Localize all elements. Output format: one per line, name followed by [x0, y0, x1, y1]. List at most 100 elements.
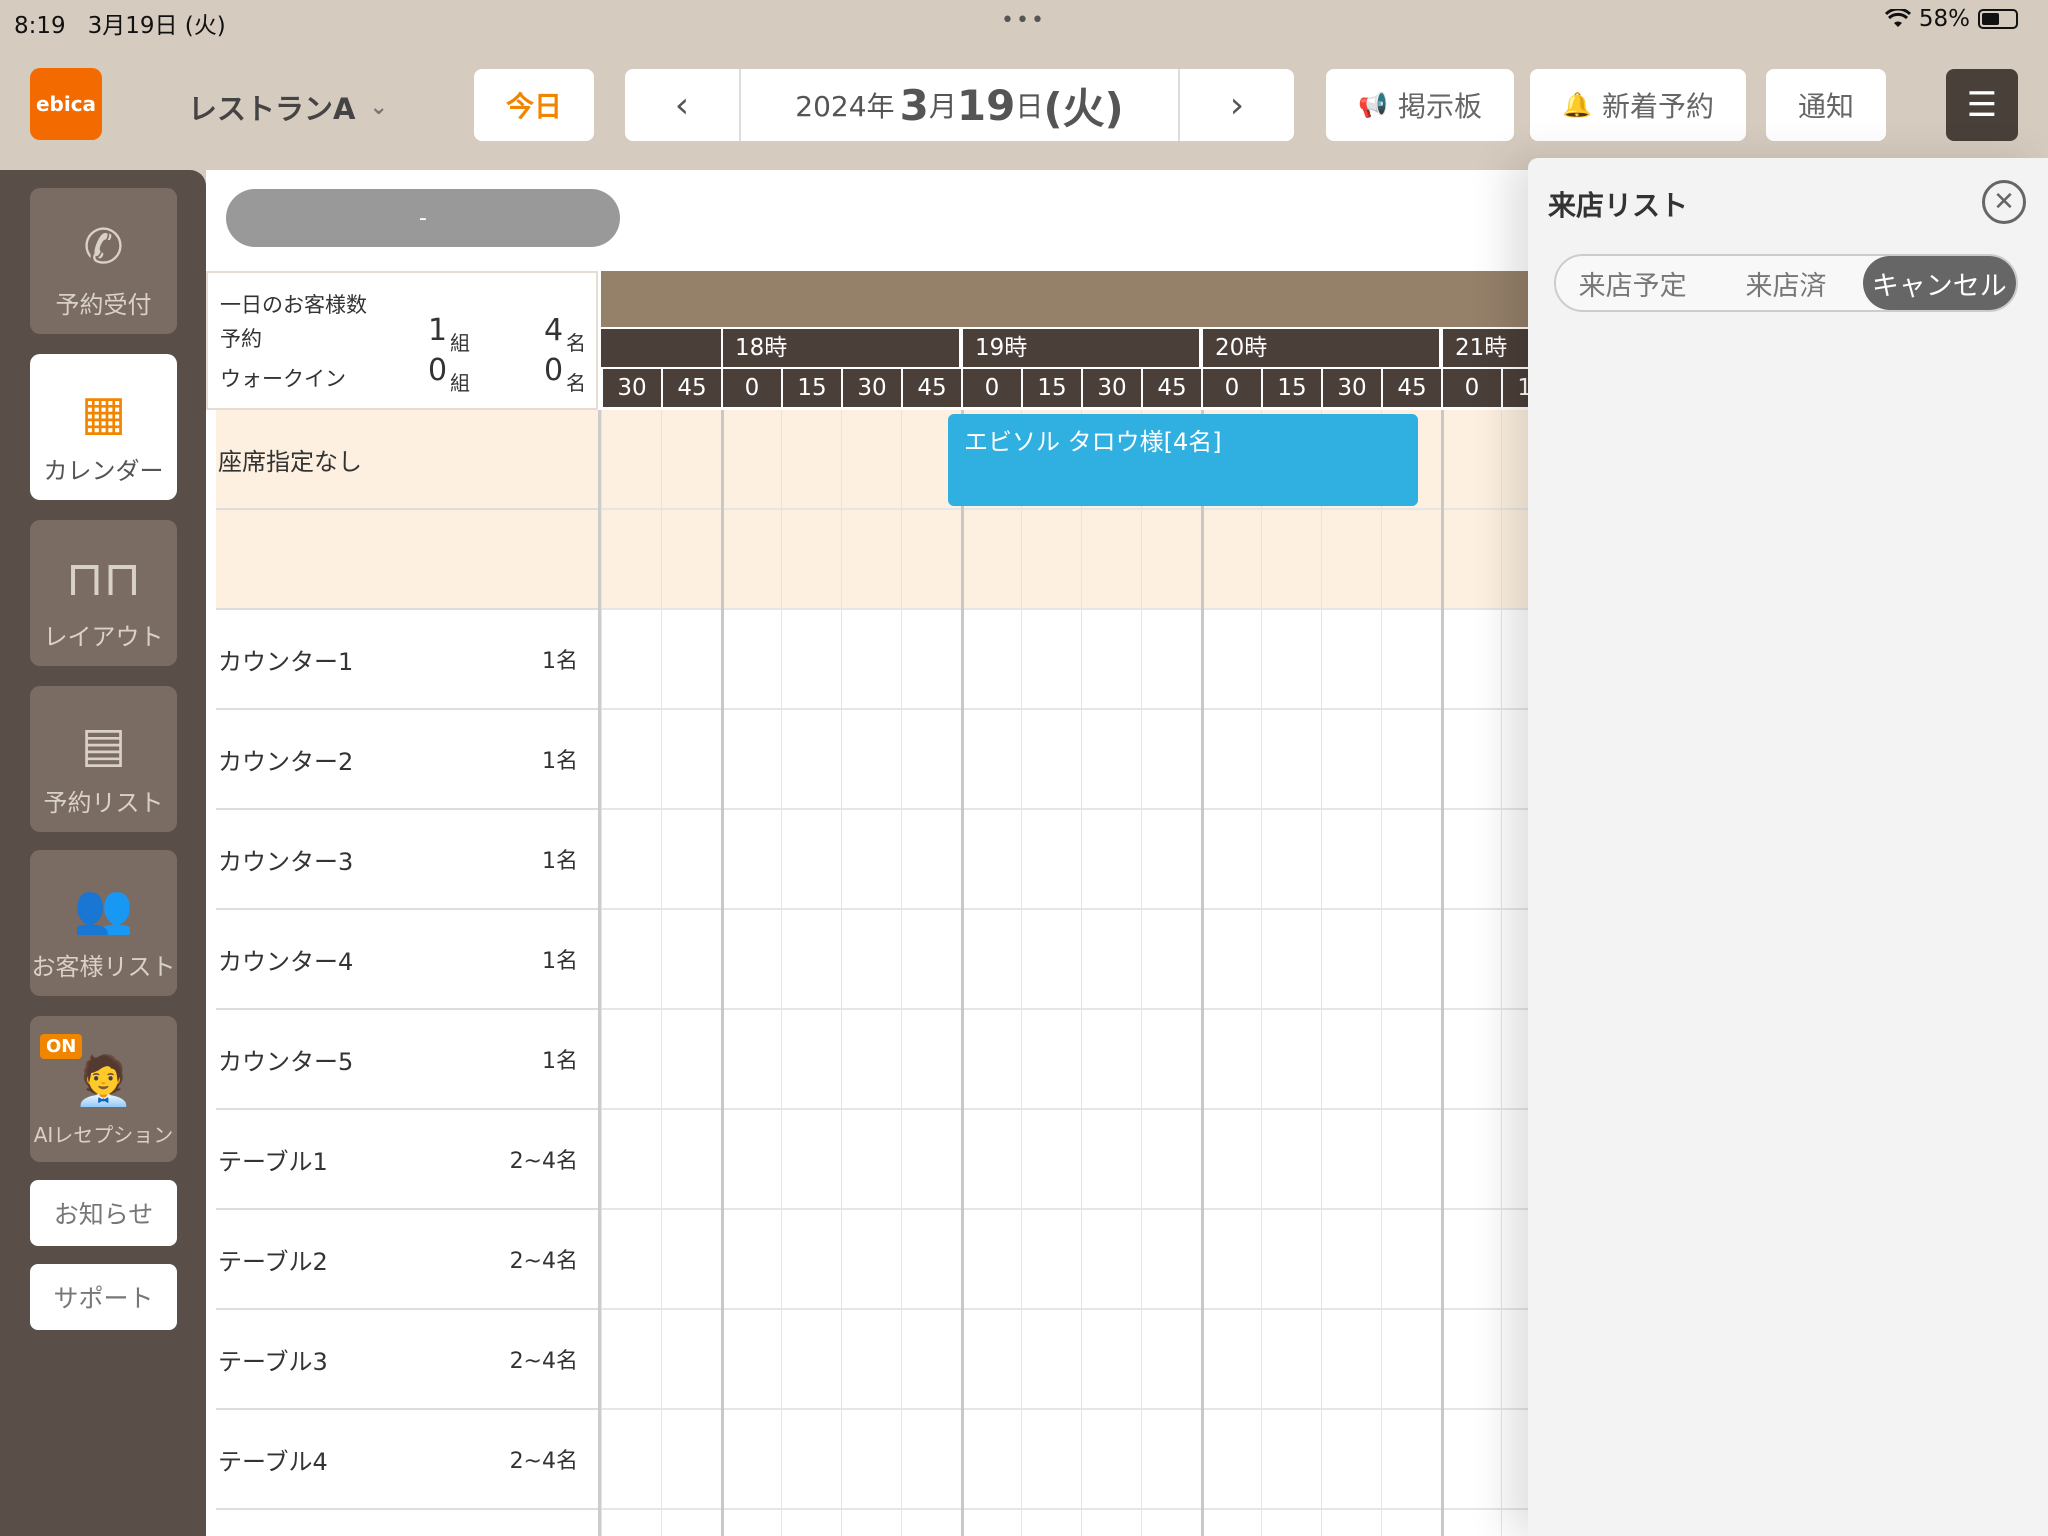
minute-tick: 15 [1261, 369, 1321, 407]
minute-tick: 0 [721, 369, 781, 407]
visit-status-tabs: 来店予定 来店済 キャンセル [1554, 254, 2018, 312]
row-capacity: 1名 [542, 749, 578, 774]
booking-block[interactable]: エビソル タロウ様[4名] [948, 414, 1418, 506]
minute-tick: 45 [1381, 369, 1441, 407]
prev-day-button[interactable]: ‹ [625, 69, 739, 141]
grid-line [1381, 410, 1382, 1536]
table-row-label: テーブル1 2~4名 [216, 1110, 598, 1210]
sidebar-item-reservation[interactable]: ✆ 予約受付 [30, 188, 177, 334]
current-date[interactable]: 2024年 3月 19 日 (火) [739, 69, 1180, 141]
table-row-label: テーブル2 2~4名 [216, 1210, 598, 1310]
sidebar-item-customer-list[interactable]: 👥 お客様リスト [30, 850, 177, 996]
sidebar-item-ai-reception[interactable]: ON 🧑‍💼 AIレセプション [30, 1016, 177, 1162]
people-unit: 名 [566, 331, 586, 355]
row-capacity: 2~4名 [509, 1449, 578, 1474]
row-name: カウンター1 [218, 647, 354, 676]
table-row-label: カウンター1 1名 [216, 610, 598, 710]
groups-unit: 組 [450, 331, 470, 355]
grid-line [1201, 410, 1204, 1536]
filter-pill[interactable]: - [226, 189, 620, 247]
tab-scheduled[interactable]: 来店予定 [1556, 256, 1709, 310]
megaphone-icon: 📢 [1358, 91, 1388, 119]
grid-line [601, 410, 602, 1536]
minute-tick: 0 [1201, 369, 1261, 407]
minute-tick: 30 [1081, 369, 1141, 407]
reserved-people: 4 [544, 313, 564, 348]
minute-tick: 45 [661, 369, 721, 407]
ebica-logo[interactable]: ebica [30, 68, 102, 140]
close-icon[interactable]: ✕ [1982, 180, 2026, 224]
row-name: カウンター2 [218, 747, 354, 776]
grid-line [1441, 410, 1444, 1536]
support-button[interactable]: サポート [30, 1264, 177, 1330]
row-name: カウンター4 [218, 947, 354, 976]
minute-tick: 30 [1321, 369, 1381, 407]
table-row-label: テーブル3 2~4名 [216, 1310, 598, 1410]
minute-tick: 30 [841, 369, 901, 407]
row-name: 座席指定なし [218, 447, 362, 476]
panel-title: 来店リスト [1548, 189, 1689, 222]
groups-unit: 組 [450, 371, 470, 395]
table-row-label: 座席指定なし [216, 410, 598, 510]
grid-line [781, 410, 782, 1536]
grid-line [1321, 410, 1322, 1536]
status-time: 8:19 3月19日 (火) [14, 13, 226, 39]
next-day-button[interactable]: › [1180, 69, 1294, 141]
ai-reception-icon: 🧑‍💼 [73, 1053, 134, 1109]
new-booking-button[interactable]: 🔔 新着予約 [1530, 69, 1746, 141]
hour-tick: 18時 [723, 329, 959, 367]
minute-tick: 15 [781, 369, 841, 407]
grid-line [1261, 410, 1262, 1536]
sidebar-item-calendar[interactable]: ▦ カレンダー [30, 354, 177, 500]
minute-tick: 0 [1441, 369, 1501, 407]
table-row-label: カウンター3 1名 [216, 810, 598, 910]
today-button[interactable]: 今日 [474, 69, 594, 141]
hour-tick: 19時 [963, 329, 1199, 367]
minute-tick: 30 [601, 369, 661, 407]
grid-line [1081, 410, 1082, 1536]
walkin-groups: 0 [428, 353, 448, 388]
row-capacity: 1名 [542, 1049, 578, 1074]
grid-line [721, 410, 724, 1536]
minute-tick: 45 [1141, 369, 1201, 407]
table-row-label: テーブル4 2~4名 [216, 1410, 598, 1510]
bulletin-board-button[interactable]: 📢 掲示板 [1326, 69, 1514, 141]
row-name: カウンター5 [218, 1047, 354, 1076]
status-bar: 8:19 3月19日 (火) ••• 58% [0, 0, 2048, 40]
summary-title: 一日のお客様数 [220, 293, 367, 317]
restaurant-selector[interactable]: レストランA ⌄ [188, 86, 388, 128]
grid-line [1021, 410, 1022, 1536]
row-capacity: 2~4名 [509, 1149, 578, 1174]
notice-button[interactable]: 通知 [1766, 69, 1886, 141]
grid-line [901, 410, 902, 1536]
row-name: テーブル4 [218, 1447, 328, 1476]
people-icon: 👥 [73, 881, 134, 937]
grid-line [961, 410, 964, 1536]
hamburger-menu-icon[interactable]: ☰ [1946, 69, 2018, 141]
tab-visited[interactable]: 来店済 [1709, 256, 1862, 310]
sidebar-item-layout[interactable]: ⊓⊓ レイアウト [30, 520, 177, 666]
phone-icon: ✆ [83, 219, 124, 275]
wifi-icon [1884, 9, 1911, 27]
sidebar: ✆ 予約受付 ▦ カレンダー ⊓⊓ レイアウト ▤ 予約リスト 👥 お客様リスト… [0, 170, 206, 1536]
grid-line [1141, 410, 1142, 1536]
multitask-dots-icon[interactable]: ••• [1001, 8, 1046, 33]
row-name: テーブル1 [218, 1147, 328, 1176]
table-row-label: カウンター5 1名 [216, 1010, 598, 1110]
table-row-label [216, 510, 598, 610]
news-button[interactable]: お知らせ [30, 1180, 177, 1246]
row-name: カウンター3 [218, 847, 354, 876]
hour-tick-lead [601, 329, 721, 367]
row-capacity: 1名 [542, 849, 578, 874]
chevron-down-icon: ⌄ [369, 94, 388, 120]
date-navigator: ‹ 2024年 3月 19 日 (火) › [625, 69, 1294, 141]
grid-line [1501, 410, 1502, 1536]
people-unit: 名 [566, 371, 586, 395]
grid-line [841, 410, 842, 1536]
row-capacity: 2~4名 [509, 1349, 578, 1374]
reserved-groups: 1 [428, 313, 448, 348]
tab-cancelled[interactable]: キャンセル [1862, 256, 2016, 310]
sidebar-item-booking-list[interactable]: ▤ 予約リスト [30, 686, 177, 832]
minute-tick: 45 [901, 369, 961, 407]
battery-icon [1978, 9, 2018, 29]
